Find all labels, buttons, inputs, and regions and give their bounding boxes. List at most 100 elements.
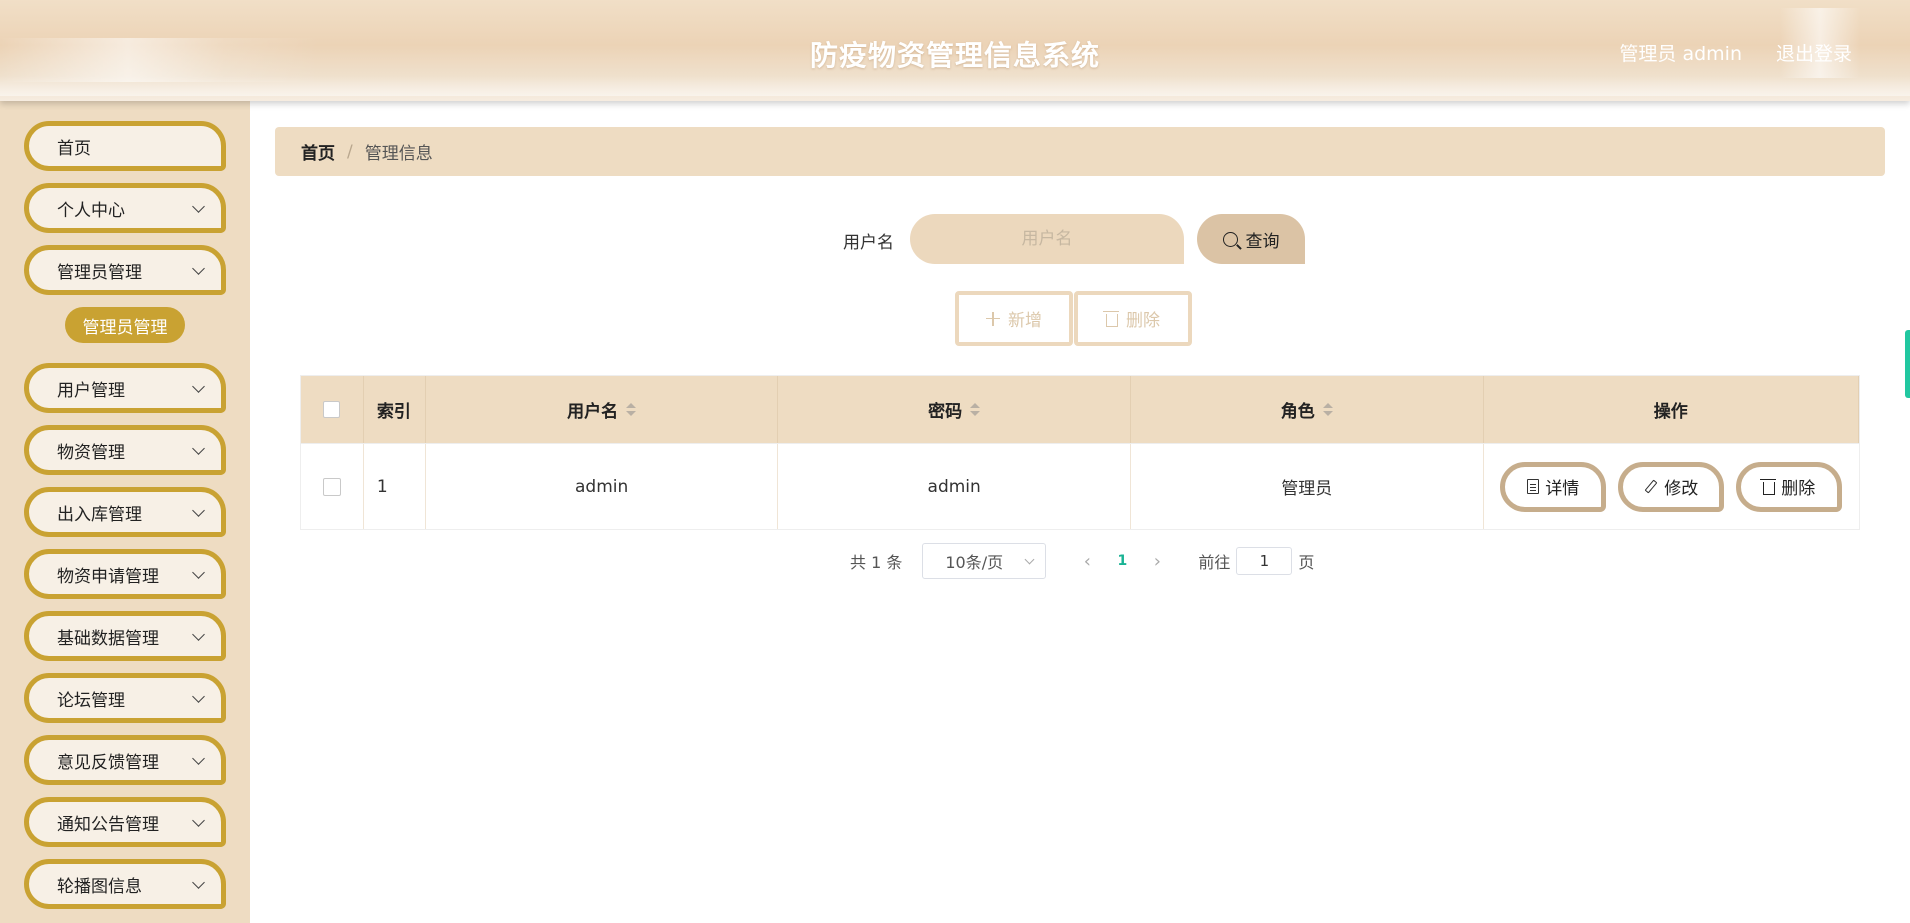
sidebar-item-label: 轮播图信息 [57, 876, 142, 897]
sidebar-item-label: 个人中心 [57, 200, 125, 221]
sort-icon[interactable] [970, 403, 981, 416]
sidebar-item-label: 用户管理 [57, 380, 125, 401]
query-button-label: 查询 [1245, 231, 1280, 252]
sort-icon[interactable] [626, 403, 637, 416]
search-label: 用户名 [843, 233, 894, 253]
column-header-label: 用户名 [567, 402, 619, 422]
sidebar-item-supply-request-management[interactable]: 物资申请管理 [24, 549, 226, 599]
goto-label: 前往 [1198, 553, 1231, 572]
sidebar-item-admin-management[interactable]: 管理员管理 [24, 245, 226, 295]
breadcrumb: 首页 / 管理信息 [275, 127, 1885, 176]
batch-delete-button-label: 删除 [1126, 311, 1160, 331]
column-header-username[interactable]: 用户名 [426, 376, 779, 443]
add-button[interactable]: 新增 [955, 291, 1073, 346]
page-size-value: 10条/页 [945, 553, 1004, 572]
sidebar: 首页 个人中心 管理员管理 管理员管理 用户管理 物资管理 出入库管理 物资申请… [0, 101, 250, 923]
sidebar-item-label: 通知公告管理 [57, 814, 159, 835]
edit-icon [1644, 479, 1658, 494]
plus-icon [986, 311, 1000, 326]
current-user-label: 管理员 admin [1619, 43, 1742, 65]
chevron-down-icon [1024, 554, 1035, 565]
sidebar-item-user-management[interactable]: 用户管理 [24, 363, 226, 413]
admin-table: 索引 用户名 密码 角色 操作 1 admin admin 管理员 详情 修改 … [300, 375, 1860, 530]
page-size-select[interactable]: 10条/页 [922, 543, 1047, 579]
row-checkbox-cell [301, 444, 364, 529]
chevron-down-icon [192, 442, 205, 455]
sidebar-item-home[interactable]: 首页 [24, 121, 226, 171]
breadcrumb-separator: / [347, 141, 353, 162]
sidebar-item-label: 意见反馈管理 [57, 752, 159, 773]
sidebar-item-personal-center[interactable]: 个人中心 [24, 183, 226, 233]
pagination: 共 1 条 10条/页 ‹ 1 › 前往 页 [850, 543, 1314, 579]
sidebar-item-supplies-management[interactable]: 物资管理 [24, 425, 226, 475]
breadcrumb-current: 管理信息 [364, 144, 433, 164]
edit-button-label: 修改 [1664, 479, 1699, 499]
add-button-label: 新增 [1008, 311, 1042, 331]
query-button[interactable]: 查询 [1197, 214, 1305, 264]
sidebar-item-label: 首页 [57, 138, 91, 159]
side-scroll-accent[interactable] [1905, 330, 1910, 398]
goto-page-input[interactable] [1236, 547, 1293, 575]
row-checkbox[interactable] [322, 477, 341, 496]
sidebar-item-label: 物资申请管理 [57, 566, 159, 587]
sort-icon[interactable] [1322, 403, 1333, 416]
sidebar-item-label: 基础数据管理 [57, 628, 159, 649]
prev-page-button[interactable]: ‹ [1072, 551, 1102, 572]
cell-password: admin [778, 444, 1131, 529]
sidebar-item-label: 物资管理 [57, 442, 125, 463]
chevron-down-icon [192, 876, 205, 889]
sidebar-item-notice-management[interactable]: 通知公告管理 [24, 797, 226, 847]
cell-index: 1 [364, 444, 426, 529]
chevron-down-icon [192, 690, 205, 703]
sidebar-item-feedback-management[interactable]: 意见反馈管理 [24, 735, 226, 785]
header-decoration [0, 76, 1910, 96]
column-header-role[interactable]: 角色 [1131, 376, 1484, 443]
next-page-button[interactable]: › [1142, 551, 1172, 572]
search-icon [1222, 231, 1238, 247]
page-number-button[interactable]: 1 [1102, 553, 1142, 569]
chevron-down-icon [192, 814, 205, 827]
chevron-down-icon [192, 200, 205, 213]
sidebar-item-forum-management[interactable]: 论坛管理 [24, 673, 226, 723]
chevron-down-icon [192, 566, 205, 579]
trash-icon [1760, 478, 1777, 495]
app-header: 防疫物资管理信息系统 管理员 admin 退出登录 [0, 0, 1910, 101]
select-all-checkbox[interactable] [323, 401, 341, 418]
breadcrumb-home[interactable]: 首页 [301, 139, 335, 164]
logout-link[interactable]: 退出登录 [1776, 39, 1852, 66]
edit-button[interactable]: 修改 [1618, 461, 1725, 512]
detail-button-label: 详情 [1545, 479, 1580, 499]
batch-delete-button[interactable]: 删除 [1074, 291, 1192, 346]
row-delete-button-label: 删除 [1781, 479, 1816, 499]
sidebar-item-label: 管理员管理 [57, 262, 142, 283]
cell-role: 管理员 [1131, 444, 1484, 529]
table-header: 索引 用户名 密码 角色 操作 [301, 376, 1860, 443]
chevron-down-icon [192, 752, 205, 765]
chevron-down-icon [192, 628, 205, 641]
sidebar-item-carousel-info[interactable]: 轮播图信息 [24, 859, 226, 909]
page-suffix-label: 页 [1298, 553, 1315, 572]
column-header-index: 索引 [364, 376, 426, 443]
sidebar-subitem-admin-management[interactable]: 管理员管理 [65, 307, 185, 343]
column-header-actions: 操作 [1484, 376, 1860, 443]
pagination-total: 共 1 条 [850, 553, 903, 572]
cell-username: admin [426, 444, 779, 529]
sidebar-item-label: 出入库管理 [57, 504, 142, 525]
header-checkbox-cell [301, 376, 364, 443]
chevron-down-icon [192, 380, 205, 393]
document-icon [1527, 479, 1540, 494]
username-search-input[interactable] [910, 214, 1184, 264]
cell-actions: 详情 修改 删除 [1484, 444, 1860, 529]
sidebar-item-basic-data-management[interactable]: 基础数据管理 [24, 611, 226, 661]
column-header-label: 密码 [928, 402, 963, 422]
chevron-down-icon [192, 504, 205, 517]
trash-icon [1103, 310, 1119, 327]
chevron-down-icon [192, 262, 205, 275]
sidebar-item-inventory-management[interactable]: 出入库管理 [24, 487, 226, 537]
column-header-password[interactable]: 密码 [778, 376, 1131, 443]
sidebar-item-label: 论坛管理 [57, 690, 125, 711]
detail-button[interactable]: 详情 [1500, 461, 1607, 512]
column-header-label: 角色 [1280, 402, 1315, 422]
table-row: 1 admin admin 管理员 详情 修改 删除 [301, 443, 1859, 529]
row-delete-button[interactable]: 删除 [1736, 461, 1843, 512]
